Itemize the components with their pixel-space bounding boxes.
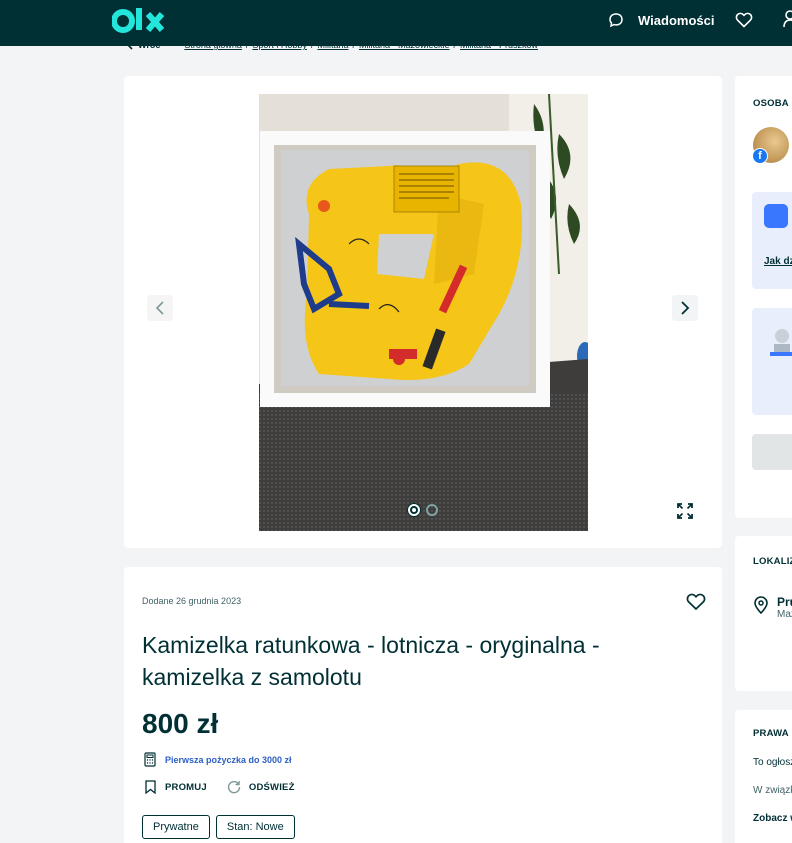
facebook-icon: f [752,148,768,164]
photo-dot-2[interactable] [426,504,438,516]
listing-title: Kamizelka ratunkowa - lotnicza - orygina… [142,632,600,690]
olx-logo[interactable] [112,6,168,36]
user-account-icon[interactable] [783,10,792,28]
photo-gallery [124,76,722,548]
tag-condition: Stan: Nowe [215,815,295,839]
loan-offer-link[interactable]: Pierwsza pożyczka do 3000 zł [144,752,292,767]
expand-icon [677,503,693,519]
person-illustration-icon [770,329,792,356]
listing-details-card: Dodane 26 grudnia 2023 Kamizelka ratunko… [124,567,722,843]
previous-photo-button[interactable] [147,295,173,321]
calculator-icon [144,752,156,767]
loan-offer-label: Pierwsza pożyczka do 3000 zł [165,754,292,765]
chevron-right-icon [681,301,690,315]
breadcrumb-item-militaria[interactable]: Militaria [317,40,348,50]
smiley-icon [764,204,788,228]
consumer-rights-card: PRAWA KONSUMENTA To ogłoszenie W związku… [735,710,792,843]
location-heading: LOKALIZACJA [753,556,792,567]
refresh-button[interactable]: ODŚWIEŻ [227,780,295,794]
sidebar-action-button[interactable] [752,434,792,470]
refresh-icon [227,780,241,794]
favorites-heart-icon[interactable] [735,11,753,29]
breadcrumb-item-city[interactable]: Militaria - Pruszków [460,40,538,50]
location-card: LOKALIZACJA Pruszków Mazowieckie [735,536,792,691]
tag-seller-type: Prywatne [142,815,210,839]
messages-label: Wiadomości [638,12,715,28]
favorite-heart-icon[interactable] [686,593,706,611]
promote-button[interactable]: PROMUJ [144,780,207,794]
rights-text-1: To ogłoszenie [753,757,792,768]
location-city: Pruszków [777,595,792,609]
messages-link[interactable]: Wiadomości [608,10,714,30]
promote-label: PROMUJ [165,781,207,793]
back-label: Wróć [138,40,161,50]
listing-tags: Prywatne Stan: Nowe [142,815,295,839]
back-link[interactable]: Wróć [126,40,160,50]
listing-photo[interactable] [259,94,588,531]
how-it-works-link[interactable]: Jak działa [764,256,792,267]
location-region: Mazowieckie [777,609,792,620]
breadcrumb-item-sport[interactable]: Sport i Hobby [252,40,307,50]
listing-actions: PROMUJ ODŚWIEŻ [144,780,295,794]
breadcrumb: Wróć Strona główna / Sport i Hobby / Milit… [126,39,538,51]
photo-pagination [408,504,438,516]
rights-heading: PRAWA KONSUMENTA [753,728,792,739]
breadcrumb-item-region[interactable]: Militaria - Mazowieckie [359,40,450,50]
listing-price: 800 zł [142,708,219,739]
posted-date: Dodane 26 grudnia 2023 [142,596,242,606]
chevron-left-icon [126,40,133,50]
chat-bubble-icon [609,13,623,28]
seller-heading: OSOBA PRYWATNA [753,98,792,109]
rights-more-link[interactable]: Zobacz więcej [753,813,792,824]
refresh-label: ODŚWIEŻ [248,781,295,793]
info-promo-box: Jak działa [752,192,792,289]
fullscreen-button[interactable] [672,498,698,524]
bookmark-icon [145,780,156,794]
seller-card: OSOBA PRYWATNA f Jak działa [735,76,792,518]
photo-dot-1[interactable] [408,504,420,516]
rights-text-2: W związku [753,785,792,796]
illustration-promo-box [752,308,792,415]
next-photo-button[interactable] [672,295,698,321]
chevron-left-icon [155,301,164,315]
location-pin-icon [754,596,768,614]
breadcrumb-item-home[interactable]: Strona główna [184,40,242,50]
